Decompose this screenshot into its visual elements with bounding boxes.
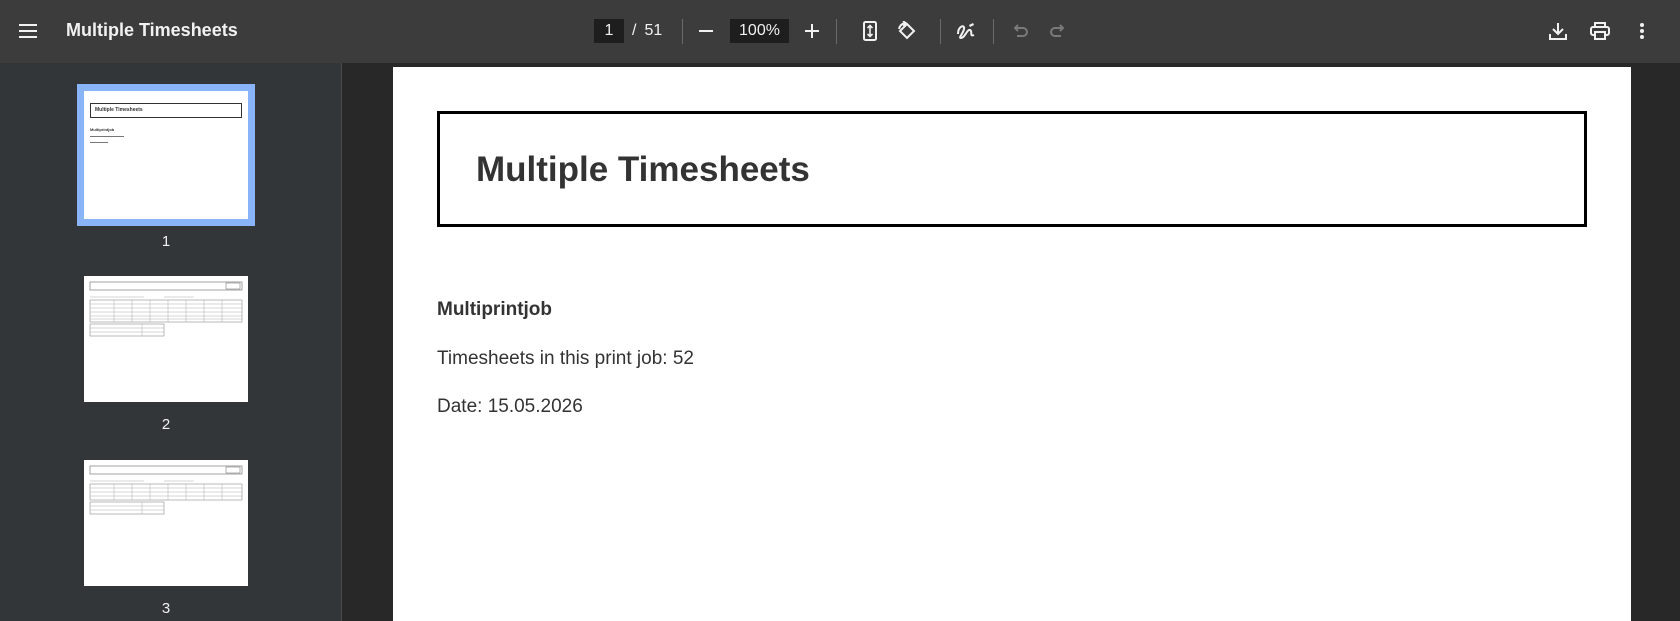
job-heading: Multiprintjob	[437, 299, 553, 320]
redo-icon	[1050, 24, 1066, 38]
timesheet-count: Timesheets in this print job: 52	[437, 348, 694, 369]
thumbnail-table-preview	[89, 465, 243, 515]
annotate-icon	[956, 22, 976, 40]
total-pages: 51	[644, 22, 663, 39]
thumbnail-text-line	[90, 142, 108, 143]
document-viewer[interactable]: Multiple Timesheets Multiprintjob Timesh…	[343, 63, 1680, 621]
download-icon	[1549, 22, 1567, 40]
print-icon	[1590, 22, 1610, 40]
annotate-button[interactable]	[951, 16, 981, 46]
thumbnail-label-3: 3	[161, 600, 171, 617]
page-thumbnail-1[interactable]: Multiple Timesheets Multiprintjob	[77, 84, 255, 226]
rotate-icon	[896, 21, 918, 41]
menu-button[interactable]	[14, 17, 42, 45]
page-navigation: / 51	[594, 19, 662, 43]
page-title: Multiple Timesheets	[476, 150, 810, 189]
toolbar-divider	[682, 19, 683, 44]
page-number-input[interactable]	[594, 19, 624, 43]
zoom-in-icon	[805, 24, 819, 38]
title-frame: Multiple Timesheets	[437, 111, 1587, 227]
fit-page-icon	[863, 21, 877, 41]
pdf-page: Multiple Timesheets Multiprintjob Timesh…	[393, 67, 1631, 621]
fit-page-button[interactable]	[855, 16, 885, 46]
thumbnail-title-frame: Multiple Timesheets	[90, 103, 242, 118]
download-button[interactable]	[1543, 16, 1573, 46]
page-separator: /	[632, 22, 637, 39]
toolbar-divider	[836, 19, 837, 44]
zoom-level-input[interactable]	[730, 19, 789, 43]
page-thumbnail-3[interactable]	[84, 460, 248, 586]
thumbnail-label-2: 2	[161, 416, 171, 433]
thumbnail-label-1: 1	[161, 233, 171, 250]
undo-icon	[1012, 24, 1028, 38]
more-icon	[1640, 23, 1644, 39]
page-thumbnail-2[interactable]	[84, 276, 248, 402]
zoom-out-button[interactable]	[691, 16, 721, 46]
thumbnail-heading: Multiprintjob	[90, 127, 115, 132]
toolbar-divider	[940, 19, 941, 44]
toolbar: Multiple Timesheets / 51	[0, 0, 1680, 63]
job-date: Date: 15.05.2026	[437, 396, 583, 417]
undo-button[interactable]	[1005, 16, 1035, 46]
thumbnail-title: Multiple Timesheets	[95, 107, 143, 113]
rotate-button[interactable]	[892, 16, 922, 46]
thumbnail-sidebar: Multiple Timesheets Multiprintjob 1 2 3	[0, 63, 342, 621]
thumbnail-text-line	[90, 136, 124, 137]
toolbar-divider	[993, 19, 994, 44]
zoom-out-icon	[699, 24, 713, 38]
document-title: Multiple Timesheets	[66, 20, 238, 40]
redo-button[interactable]	[1043, 16, 1073, 46]
thumbnail-table-preview	[89, 281, 243, 337]
print-button[interactable]	[1585, 16, 1615, 46]
more-options-button[interactable]	[1627, 16, 1657, 46]
menu-icon	[19, 24, 37, 38]
zoom-in-button[interactable]	[797, 16, 827, 46]
